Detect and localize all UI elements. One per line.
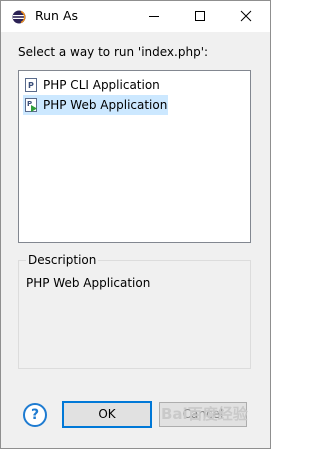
launcher-label: PHP Web Application bbox=[43, 98, 168, 112]
launch-prompt: Select a way to run 'index.php': bbox=[18, 45, 209, 59]
minimize-icon bbox=[149, 16, 159, 17]
title-bar: Run As bbox=[1, 1, 270, 32]
description-label: Description bbox=[26, 253, 99, 267]
php-cli-icon: P bbox=[25, 78, 37, 92]
eclipse-icon bbox=[12, 10, 26, 24]
dialog-title: Run As bbox=[35, 8, 79, 23]
close-button[interactable] bbox=[223, 1, 269, 32]
cancel-button[interactable]: Cancel bbox=[159, 402, 247, 427]
svg-text:P: P bbox=[28, 81, 34, 90]
close-icon bbox=[240, 10, 252, 22]
maximize-icon bbox=[195, 11, 205, 21]
launcher-list[interactable]: P PHP CLI Application P PHP Web Applicat… bbox=[18, 70, 251, 243]
ok-button[interactable]: OK bbox=[62, 401, 152, 428]
minimize-button[interactable] bbox=[131, 1, 177, 32]
description-text: PHP Web Application bbox=[26, 276, 151, 290]
launcher-label: PHP CLI Application bbox=[43, 78, 160, 92]
maximize-button[interactable] bbox=[177, 1, 223, 32]
launcher-item-php-web[interactable]: P PHP Web Application bbox=[23, 95, 168, 115]
help-icon[interactable]: ? bbox=[23, 403, 47, 427]
php-web-icon: P bbox=[25, 98, 37, 112]
run-as-dialog: Run As Select a way to run 'index.php': … bbox=[0, 0, 271, 449]
launcher-item-php-cli[interactable]: P PHP CLI Application bbox=[23, 75, 168, 95]
